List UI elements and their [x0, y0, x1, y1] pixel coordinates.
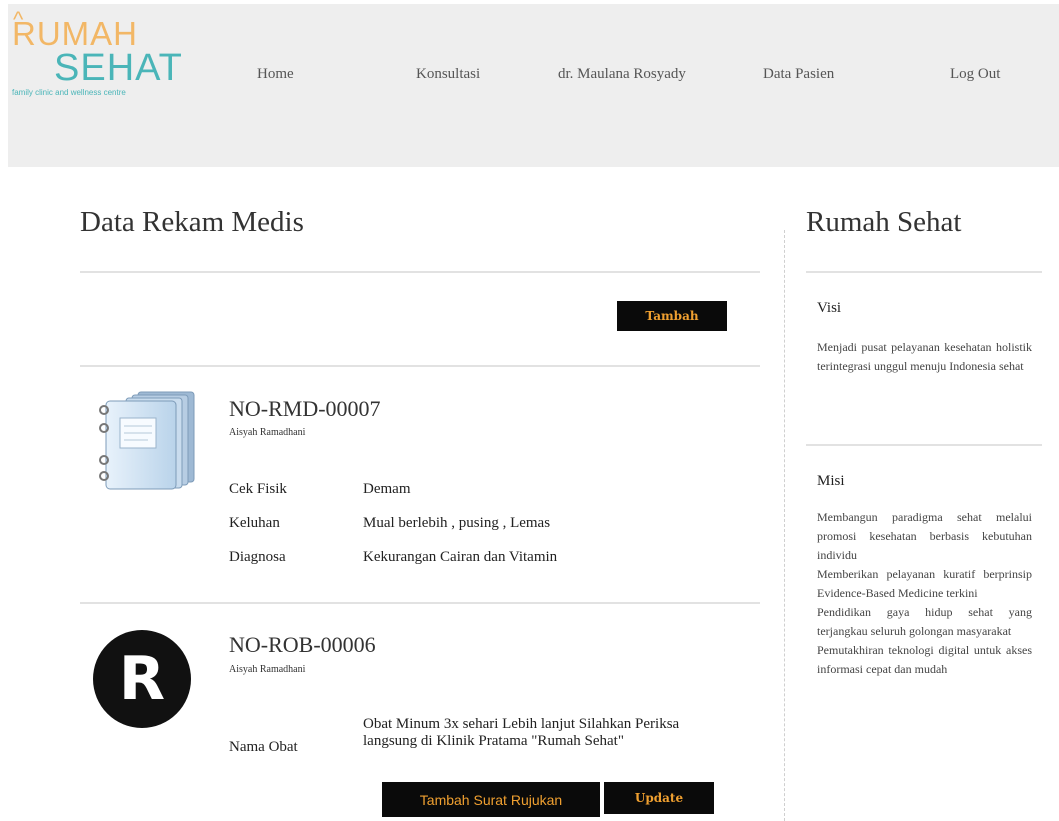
visi-heading: Visi [817, 300, 842, 316]
field-label-nama-obat: Nama Obat [229, 739, 298, 755]
divider [80, 602, 760, 604]
misi-item: Pendidikan gaya hidup sehat yang terjang… [817, 605, 1032, 638]
record-code: NO-RMD-00007 [229, 396, 381, 421]
record-code: NO-ROB-00006 [229, 632, 376, 657]
misi-item: Pemutakhiran teknologi digital untuk aks… [817, 643, 1032, 676]
nav-doctor-profile[interactable]: dr. Maulana Rosyady [558, 66, 686, 83]
nav-data-pasien[interactable]: Data Pasien [763, 66, 834, 83]
logo-text-sehat: SEHAT [54, 47, 183, 89]
field-label-diagnosa: Diagnosa [229, 549, 286, 565]
field-value-keluhan: Mual berlebih , pusing , Lemas [363, 515, 551, 531]
nav-konsultasi[interactable]: Konsultasi [416, 66, 480, 83]
divider [80, 271, 760, 273]
notebook-icon [98, 388, 198, 493]
misi-item: Memberikan pelayanan kuratif berprinsip … [817, 567, 1032, 600]
divider [806, 444, 1042, 446]
add-referral-button[interactable]: Tambah Surat Rujukan [382, 782, 600, 817]
logo[interactable]: RUMAH SEHAT family clinic and wellness c… [8, 2, 182, 100]
divider [806, 271, 1042, 273]
field-value-cek-fisik: Demam [363, 481, 411, 497]
page-title: Data Rekam Medis [80, 206, 304, 238]
field-value-diagnosa: Kekurangan Cairan dan Vitamin [363, 549, 558, 565]
nav-log-out[interactable]: Log Out [950, 66, 1000, 83]
sidebar-title: Rumah Sehat [806, 206, 962, 238]
update-button[interactable]: Update [604, 782, 714, 814]
patient-name: Aisyah Ramadhani [229, 664, 306, 675]
misi-heading: Misi [817, 473, 845, 489]
letter-r-icon: R [93, 630, 191, 728]
field-label-keluhan: Keluhan [229, 515, 280, 531]
sidebar-separator [784, 230, 785, 821]
add-button[interactable]: Tambah [617, 301, 727, 331]
visi-text: Menjadi pusat pelayanan kesehatan holist… [817, 340, 1032, 373]
field-value-nama-obat: Obat Minum 3x sehari Lebih lanjut Silahk… [363, 716, 680, 749]
divider [80, 365, 760, 367]
logo-tagline: family clinic and wellness centre [12, 88, 126, 97]
misi-list: Membangun paradigma sehat melalui promos… [817, 508, 1032, 679]
patient-name: Aisyah Ramadhani [229, 427, 306, 438]
misi-item: Membangun paradigma sehat melalui promos… [817, 510, 1032, 562]
nav-home[interactable]: Home [257, 66, 294, 83]
field-label-cek-fisik: Cek Fisik [229, 481, 287, 497]
